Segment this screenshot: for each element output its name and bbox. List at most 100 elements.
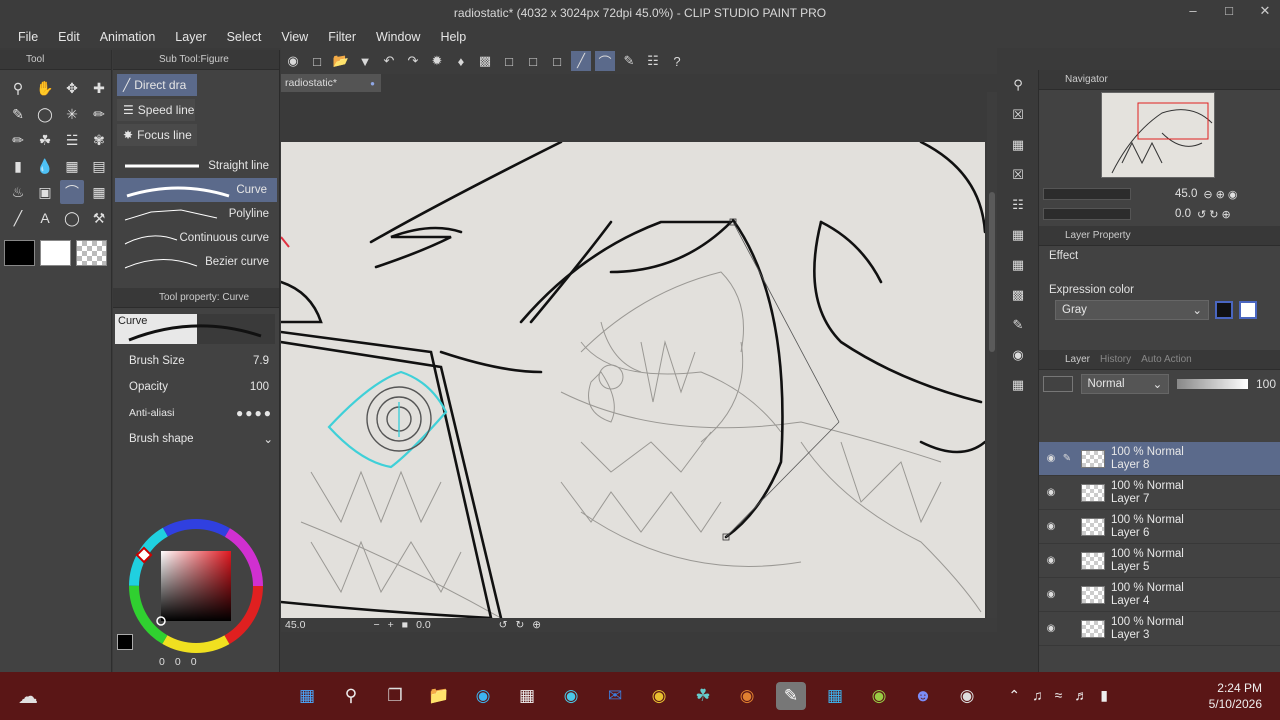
close-icon[interactable]: ✕ xyxy=(1258,4,1272,18)
clock[interactable]: 2:24 PM 5/10/2026 xyxy=(1209,680,1262,712)
clip-studio-icon[interactable]: ✎ xyxy=(776,682,806,710)
snap-grid-icon[interactable]: ✎ xyxy=(619,51,639,71)
tablet-app-icon[interactable]: ▦ xyxy=(820,682,850,710)
save-icon[interactable]: ▼ xyxy=(355,51,375,71)
copy-icon[interactable]: ▩ xyxy=(1007,284,1029,306)
clear-panel-icon[interactable]: ☒ xyxy=(1007,164,1029,186)
tab-layer[interactable]: Layer xyxy=(1065,354,1090,365)
zoom-in-icon[interactable]: + xyxy=(384,619,398,631)
store-icon[interactable]: ▦ xyxy=(512,682,542,710)
clear-icon[interactable]: ✹ xyxy=(427,51,447,71)
text-tool-icon[interactable]: A xyxy=(33,206,57,230)
operation-tool-icon[interactable]: ✥ xyxy=(60,76,84,100)
menu-edit[interactable]: Edit xyxy=(48,30,90,44)
help-icon[interactable]: ? xyxy=(667,51,687,71)
drawing-canvas[interactable] xyxy=(281,142,985,618)
menu-file[interactable]: File xyxy=(8,30,48,44)
menu-animation[interactable]: Animation xyxy=(90,30,166,44)
document-tab[interactable]: radiostatic* ● xyxy=(281,74,381,92)
camera-icon[interactable]: ◉ xyxy=(1007,344,1029,366)
rotation-value[interactable]: 0.0 xyxy=(412,619,435,631)
battery-icon[interactable]: ▮ xyxy=(1100,687,1108,704)
hand-tool-icon[interactable]: ✋ xyxy=(33,76,57,100)
gradient-tool-icon[interactable]: ▤ xyxy=(87,154,111,178)
brush-size-value[interactable]: 7.9 xyxy=(253,355,269,367)
tab-auto-action[interactable]: Auto Action xyxy=(1141,354,1192,365)
eye-icon[interactable]: ◉ xyxy=(1043,521,1059,532)
expression-color-select[interactable]: Gray ⌄ xyxy=(1055,300,1209,320)
move-tool-icon[interactable]: ✚ xyxy=(87,76,111,100)
layer-row[interactable]: ◉ 100 % Normal Layer 4 xyxy=(1039,578,1280,612)
search-icon[interactable]: ⚲ xyxy=(336,682,366,710)
wifi-icon[interactable]: ≈ xyxy=(1055,687,1063,704)
steam-icon[interactable]: ◉ xyxy=(952,682,982,710)
eye-icon[interactable]: ◉ xyxy=(1043,623,1059,634)
brush-bezier-curve[interactable]: Bezier curve xyxy=(113,250,279,274)
paint-icon[interactable]: ☘ xyxy=(688,682,718,710)
navigator-rotate-slider[interactable] xyxy=(1043,208,1131,220)
sub-color-swatch[interactable] xyxy=(40,240,71,266)
menu-help[interactable]: Help xyxy=(430,30,476,44)
subtool-tab-direct-draw[interactable]: ╱ Direct dra xyxy=(117,74,197,96)
start-icon[interactable]: ▦ xyxy=(292,682,322,710)
eraser-tool-icon[interactable]: ▮ xyxy=(6,154,30,178)
airbrush-tool-icon[interactable]: ☱ xyxy=(60,128,84,152)
selection-tool-icon[interactable]: ◯ xyxy=(33,102,57,126)
blend-mode-select[interactable]: Normal ⌄ xyxy=(1080,374,1170,394)
fill-tool-icon[interactable]: ▦ xyxy=(60,154,84,178)
gradient-fill-icon[interactable]: ▣ xyxy=(33,180,57,204)
layer-search-icon[interactable]: ☷ xyxy=(1007,194,1029,216)
media-icon[interactable]: ◉ xyxy=(864,682,894,710)
eye-icon[interactable]: ◉ xyxy=(1043,487,1059,498)
expand-icon[interactable]: ▦ xyxy=(1007,254,1029,276)
brush-curve[interactable]: Curve xyxy=(115,178,277,202)
material-icon[interactable]: ▦ xyxy=(1007,134,1029,156)
zoom-tool-icon[interactable]: ⚲ xyxy=(6,76,30,100)
volume-icon[interactable]: ♬ xyxy=(1074,687,1088,704)
layer-opacity-value[interactable]: 100 xyxy=(1256,377,1276,391)
subtool-tab-speed-line[interactable]: ☰ Speed line xyxy=(117,99,195,121)
zoom-value[interactable]: 45.0 xyxy=(281,619,309,631)
brush-straight-line[interactable]: Straight line xyxy=(113,154,279,178)
pencil-tool-icon[interactable]: ✏ xyxy=(6,128,30,152)
menu-window[interactable]: Window xyxy=(366,30,430,44)
current-color-icon[interactable] xyxy=(117,634,133,650)
eyedropper-tool-icon[interactable]: ✏ xyxy=(87,102,111,126)
layer-row[interactable]: ◉ 100 % Normal Layer 7 xyxy=(1039,476,1280,510)
open-file-icon[interactable]: 📂 xyxy=(331,51,351,71)
ruler-tool-icon[interactable]: ╱ xyxy=(6,206,30,230)
outlook-icon[interactable]: ✉ xyxy=(600,682,630,710)
new-file-icon[interactable]: □ xyxy=(307,51,327,71)
blend-tool-icon[interactable]: 💧 xyxy=(33,154,57,178)
import-icon[interactable]: ▦ xyxy=(1007,374,1029,396)
undo-icon[interactable]: ↶ xyxy=(379,51,399,71)
subtool-tab-focus-line[interactable]: ✸ Focus line xyxy=(117,124,197,146)
menu-filter[interactable]: Filter xyxy=(318,30,366,44)
brush-shape-dropdown-icon[interactable]: ⌄ xyxy=(263,432,273,446)
correct-line-tool-icon[interactable]: ⚒ xyxy=(87,206,111,230)
brush-tool-icon[interactable]: ☘ xyxy=(33,128,57,152)
rotate-right-icon[interactable]: ↻ xyxy=(511,619,528,631)
vertical-scrollbar-thumb[interactable] xyxy=(989,192,995,352)
brush-continuous-curve[interactable]: Continuous curve xyxy=(113,226,279,250)
layer-row[interactable]: ◉ ✎ 100 % Normal Layer 8 xyxy=(1039,442,1280,476)
clip-studio-icon[interactable]: ◉ xyxy=(283,51,303,71)
navigator-rotate-controls-icon[interactable]: ↺ ↻ ⊕ xyxy=(1197,208,1231,221)
navigator-zoom-slider[interactable] xyxy=(1043,188,1131,200)
layer-row[interactable]: ◉ 100 % Normal Layer 6 xyxy=(1039,510,1280,544)
layer-row[interactable]: ◉ 100 % Normal Layer 3 xyxy=(1039,612,1280,646)
transparent-color-swatch[interactable] xyxy=(76,240,107,266)
eye-icon[interactable]: ◉ xyxy=(1043,453,1059,464)
app-icon[interactable]: ◉ xyxy=(556,682,586,710)
bucket-tool-icon[interactable]: ♨ xyxy=(6,180,30,204)
layer-opacity-slider[interactable] xyxy=(1177,379,1248,389)
brush-polyline[interactable]: Polyline xyxy=(113,202,279,226)
zoom-out-icon[interactable]: − xyxy=(369,619,383,631)
edge-icon[interactable]: ◉ xyxy=(468,682,498,710)
eye-icon[interactable]: ◉ xyxy=(1043,589,1059,600)
expression-white-swatch[interactable] xyxy=(1239,301,1257,319)
close-tab-icon[interactable]: ● xyxy=(370,79,375,88)
menu-layer[interactable]: Layer xyxy=(165,30,216,44)
file-explorer-icon[interactable]: 📁 xyxy=(424,682,454,710)
menu-view[interactable]: View xyxy=(271,30,318,44)
